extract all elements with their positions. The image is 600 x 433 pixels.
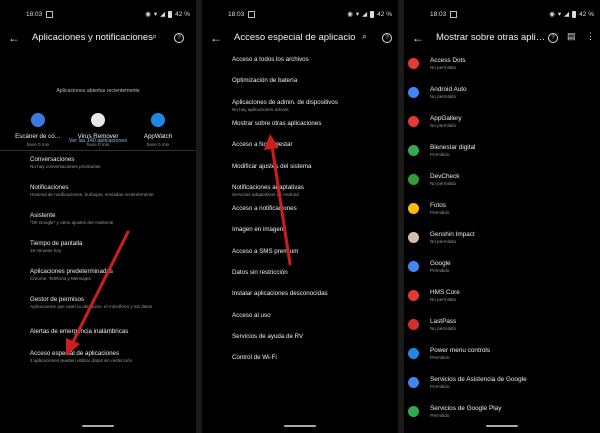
app-name: Servicios de Google Play <box>430 405 502 412</box>
battery-level: 42 % <box>579 10 594 18</box>
app-permission-status: Permitido <box>430 210 450 215</box>
screen-display-over-apps: 18:03 ◉ ▾ ◢ 42 % ← Mostrar sobre otras a… <box>404 0 600 433</box>
app-name: Genshin Impact <box>430 231 475 238</box>
notification-icon <box>450 10 458 18</box>
app-row[interactable]: Servicios de Asistencia de Google Permiti… <box>408 376 596 389</box>
app-icon <box>408 203 419 214</box>
screen-special-app-access: 18:03 ◉ ▾ ◢ 42 % ← Acceso especial de ap… <box>202 0 398 433</box>
app-name: Google <box>430 260 451 267</box>
app-row[interactable]: Power menu controls Permitido <box>408 347 596 360</box>
gesture-bar[interactable] <box>82 425 114 427</box>
app-name: LastPass <box>430 318 457 325</box>
app-permission-status: Permitido <box>430 152 450 157</box>
eye-icon: ◉ <box>549 11 555 18</box>
app-row[interactable]: Android Auto No permitido <box>408 86 596 99</box>
app-name: HMS Core <box>430 289 460 296</box>
app-icon <box>408 290 419 301</box>
status-time: 18:03 <box>430 10 447 18</box>
app-icon <box>408 174 419 185</box>
app-name: AppGallery <box>430 115 462 122</box>
app-icon <box>408 116 419 127</box>
gesture-bar[interactable] <box>284 425 316 427</box>
page-title: Mostrar sobre otras apli… <box>436 32 544 43</box>
app-permission-status: No permitido <box>430 239 457 244</box>
app-icon <box>408 319 419 330</box>
app-name: Fotos <box>430 202 446 209</box>
app-permission-status: Permitido <box>430 413 450 418</box>
red-arrow-annotation <box>66 230 130 356</box>
app-name: DevCheck <box>430 173 460 180</box>
app-row[interactable]: HMS Core No permitido <box>408 289 596 302</box>
app-icon <box>408 232 419 243</box>
app-bar: ← Mostrar sobre otras apli… ? ▤ ⋮ <box>404 28 600 48</box>
screen-apps-notifications: 18:03 ◉ ▾ ◢ 42 % ← Aplicaciones y notifi… <box>0 0 196 433</box>
app-permission-status: No permitido <box>430 326 457 331</box>
app-row[interactable]: Access Dots No permitido <box>408 57 596 70</box>
app-row[interactable]: LastPass No permitido <box>408 318 596 331</box>
gesture-bar[interactable] <box>486 425 518 427</box>
app-row[interactable]: Servicios de Google Play Permitido <box>408 405 596 418</box>
app-permission-status: No permitido <box>430 297 457 302</box>
app-icon <box>408 348 419 359</box>
app-icon <box>408 406 419 417</box>
app-name: Bienestar digital <box>430 144 476 151</box>
battery-icon <box>572 10 577 18</box>
app-icon <box>408 261 419 272</box>
help-icon[interactable]: ? <box>548 31 558 43</box>
app-row[interactable]: Genshin Impact No permitido <box>408 231 596 244</box>
app-row[interactable]: Google Permitido <box>408 260 596 273</box>
red-arrow-annotation <box>264 134 292 266</box>
status-bar: 18:03 ◉ ▾ ◢ 42 % <box>430 9 594 19</box>
app-permission-status: No permitido <box>430 94 457 99</box>
document-icon[interactable]: ▤ <box>567 31 576 42</box>
more-options-icon[interactable]: ⋮ <box>586 31 595 42</box>
app-permission-status: Permitido <box>430 268 450 273</box>
app-name: Android Auto <box>430 86 467 93</box>
app-permission-status: Permitido <box>430 355 450 360</box>
app-icon <box>408 58 419 69</box>
app-name: Access Dots <box>430 57 466 64</box>
wifi-icon: ◢ <box>564 11 570 18</box>
app-permission-status: Permitido <box>430 384 450 389</box>
back-arrow-icon[interactable]: ← <box>412 31 424 45</box>
app-permission-status: No permitido <box>430 181 457 186</box>
app-row[interactable]: AppGallery No permitido <box>408 115 596 128</box>
signal-icon: ▾ <box>557 11 562 18</box>
app-row[interactable]: DevCheck No permitido <box>408 173 596 186</box>
app-permission-status: No permitido <box>430 65 457 70</box>
app-permission-status: No permitido <box>430 123 457 128</box>
app-icon <box>408 145 419 156</box>
app-row[interactable]: Fotos Permitido <box>408 202 596 215</box>
app-name: Servicios de Asistencia de Google <box>430 376 527 383</box>
app-icon <box>408 377 419 388</box>
app-row[interactable]: Bienestar digital Permitido <box>408 144 596 157</box>
app-name: Power menu controls <box>430 347 491 354</box>
app-icon <box>408 87 419 98</box>
